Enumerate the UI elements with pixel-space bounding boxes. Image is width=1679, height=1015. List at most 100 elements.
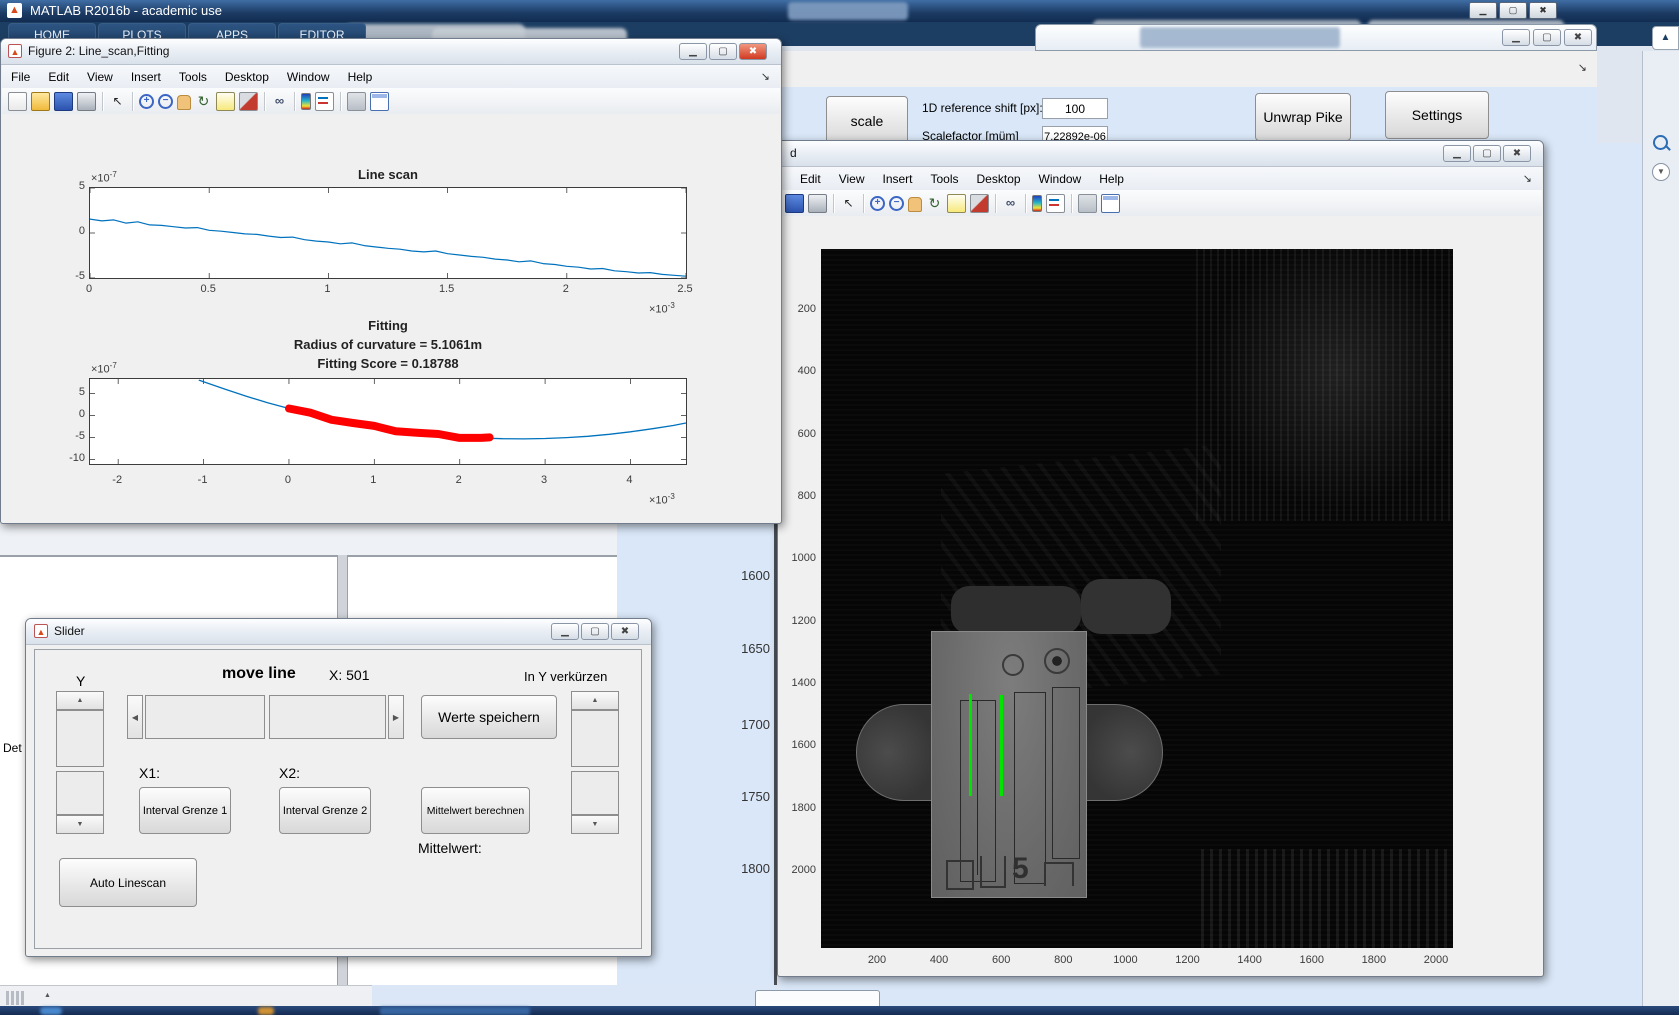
taskbar-item[interactable] xyxy=(380,1007,530,1015)
figure2-maximize-button[interactable]: ▢ xyxy=(709,43,737,60)
insert-legend-icon[interactable] xyxy=(315,92,334,111)
gui-minimize-button[interactable]: ▁ xyxy=(1502,29,1530,46)
menu-item-tools[interactable]: Tools xyxy=(170,70,216,84)
mittelwert-berechnen-button[interactable]: Mittelwert berechnen xyxy=(421,787,530,834)
menu-item-view[interactable]: View xyxy=(830,172,874,186)
print-figure-icon[interactable] xyxy=(77,92,96,111)
rotate-3d-icon[interactable]: ↻ xyxy=(195,93,212,110)
zoom-out-icon[interactable]: − xyxy=(158,94,173,109)
zoom-in-icon[interactable]: + xyxy=(139,94,154,109)
gui-close-button[interactable]: ✖ xyxy=(1564,29,1592,46)
y-up-button[interactable]: ▲ xyxy=(56,691,104,710)
slider-left-arrow[interactable]: ◀ xyxy=(127,695,143,739)
grip-arrow-icon[interactable]: ▲ xyxy=(44,992,51,999)
menu-item-view[interactable]: View xyxy=(78,70,122,84)
figure-right-titlebar[interactable] xyxy=(778,141,1543,167)
menu-item-insert[interactable]: Insert xyxy=(873,172,921,186)
taskbar-start-orb[interactable] xyxy=(40,1007,62,1015)
figure-right-minimize-button[interactable]: ▁ xyxy=(1443,145,1471,162)
menu-item-help[interactable]: Help xyxy=(1090,172,1133,186)
insert-colorbar-icon[interactable] xyxy=(1032,195,1042,212)
data-cursor-icon[interactable] xyxy=(216,92,235,111)
search-icon[interactable] xyxy=(1653,135,1668,150)
taskbar-item[interactable] xyxy=(258,1007,274,1015)
auto-linescan-button[interactable]: Auto Linescan xyxy=(59,858,197,907)
print-figure-icon[interactable] xyxy=(808,194,827,213)
edit-plot-cursor-icon[interactable]: ↖ xyxy=(109,93,126,110)
scale-button[interactable]: scale xyxy=(826,96,908,145)
in-y-down-button[interactable]: ▼ xyxy=(571,815,619,834)
matlab-maximize-button[interactable]: ▢ xyxy=(1499,2,1527,19)
menu-item-tools[interactable]: Tools xyxy=(922,172,968,186)
gui-maximize-button[interactable]: ▢ xyxy=(1533,29,1561,46)
show-plot-tools-icon[interactable] xyxy=(1101,194,1120,213)
slider-close-button[interactable]: ✖ xyxy=(611,623,639,640)
brush-data-icon[interactable] xyxy=(239,92,258,111)
linescan-marker-2[interactable] xyxy=(1000,695,1003,796)
slider-track[interactable] xyxy=(269,695,386,739)
pan-hand-icon[interactable] xyxy=(177,95,191,110)
save-figure-icon[interactable] xyxy=(785,194,804,213)
linescan-marker-1[interactable] xyxy=(969,694,972,796)
y-down-button[interactable]: ▼ xyxy=(56,815,104,834)
figure2-close-button[interactable]: ✖ xyxy=(739,43,767,60)
pan-hand-icon[interactable] xyxy=(908,197,922,212)
y-track-lower[interactable] xyxy=(56,771,104,815)
slider-thumb[interactable] xyxy=(145,695,265,739)
figure2-menubar: FileEditViewInsertToolsDesktopWindowHelp… xyxy=(2,65,780,89)
windows-taskbar[interactable] xyxy=(0,1006,1679,1015)
y-track-upper[interactable] xyxy=(56,710,104,767)
werte-speichern-button[interactable]: Werte speichern xyxy=(421,695,557,739)
settings-button[interactable]: Settings xyxy=(1385,91,1489,139)
figure2-dock-arrow-icon[interactable]: ↘ xyxy=(761,70,770,83)
menu-item-insert[interactable]: Insert xyxy=(122,70,170,84)
interval-grenze1-button[interactable]: Interval Grenze 1 xyxy=(139,787,231,834)
interferogram-image[interactable]: 5 xyxy=(821,249,1453,948)
menu-item-help[interactable]: Help xyxy=(339,70,382,84)
menu-item-desktop[interactable]: Desktop xyxy=(216,70,278,84)
menu-item-desktop[interactable]: Desktop xyxy=(968,172,1030,186)
expand-circle-icon[interactable]: ▼ xyxy=(1652,163,1670,181)
slider-maximize-button[interactable]: ▢ xyxy=(581,623,609,640)
menu-item-window[interactable]: Window xyxy=(278,70,339,84)
figure-right-close-button[interactable]: ✖ xyxy=(1503,145,1531,162)
in-y-up-button[interactable]: ▲ xyxy=(571,691,619,710)
desktop: ▲ MATLAB R2016b - academic use ▁ ▢ ✖ HOM… xyxy=(0,0,1679,1015)
figure-right-dock-arrow-icon[interactable]: ↘ xyxy=(1523,172,1532,185)
matlab-minimize-button[interactable]: ▁ xyxy=(1469,2,1497,19)
brush-data-icon[interactable] xyxy=(970,194,989,213)
link-plot-icon[interactable]: ∞ xyxy=(1002,195,1019,212)
new-figure-icon[interactable] xyxy=(8,92,27,111)
slider-minimize-button[interactable]: ▁ xyxy=(551,623,579,640)
insert-legend-icon[interactable] xyxy=(1046,194,1065,213)
link-plot-icon[interactable]: ∞ xyxy=(271,93,288,110)
unwrap-pike-button[interactable]: Unwrap Pike xyxy=(1255,93,1351,141)
fitting-axes[interactable] xyxy=(89,378,687,465)
data-cursor-icon[interactable] xyxy=(947,194,966,213)
in-y-track-upper[interactable] xyxy=(571,710,619,767)
zoom-out-icon[interactable]: − xyxy=(889,196,904,211)
menu-item-window[interactable]: Window xyxy=(1030,172,1091,186)
hide-plot-tools-icon[interactable] xyxy=(347,92,366,111)
figure2-minimize-button[interactable]: ▁ xyxy=(679,43,707,60)
interval-grenze2-button[interactable]: Interval Grenze 2 xyxy=(279,787,371,834)
ref-shift-input[interactable]: 100 xyxy=(1042,98,1108,119)
hide-plot-tools-icon[interactable] xyxy=(1078,194,1097,213)
linescan-axes[interactable] xyxy=(89,187,687,279)
open-file-icon[interactable] xyxy=(31,92,50,111)
menu-item-edit[interactable]: Edit xyxy=(791,172,830,186)
gui-dock-arrow-icon[interactable]: ↘ xyxy=(1578,61,1587,74)
in-y-track-lower[interactable] xyxy=(571,771,619,815)
insert-colorbar-icon[interactable] xyxy=(301,93,311,110)
menu-item-file[interactable]: File xyxy=(2,70,39,84)
menu-item-edit[interactable]: Edit xyxy=(39,70,78,84)
figure-right-maximize-button[interactable]: ▢ xyxy=(1473,145,1501,162)
edit-plot-cursor-icon[interactable]: ↖ xyxy=(840,195,857,212)
zoom-in-icon[interactable]: + xyxy=(870,196,885,211)
slider-right-arrow[interactable]: ▶ xyxy=(388,695,404,739)
rotate-3d-icon[interactable]: ↻ xyxy=(926,195,943,212)
collapse-up-tab[interactable]: ▲ xyxy=(1652,26,1679,50)
matlab-close-button[interactable]: ✖ xyxy=(1529,2,1557,19)
save-figure-icon[interactable] xyxy=(54,92,73,111)
show-plot-tools-icon[interactable] xyxy=(370,92,389,111)
